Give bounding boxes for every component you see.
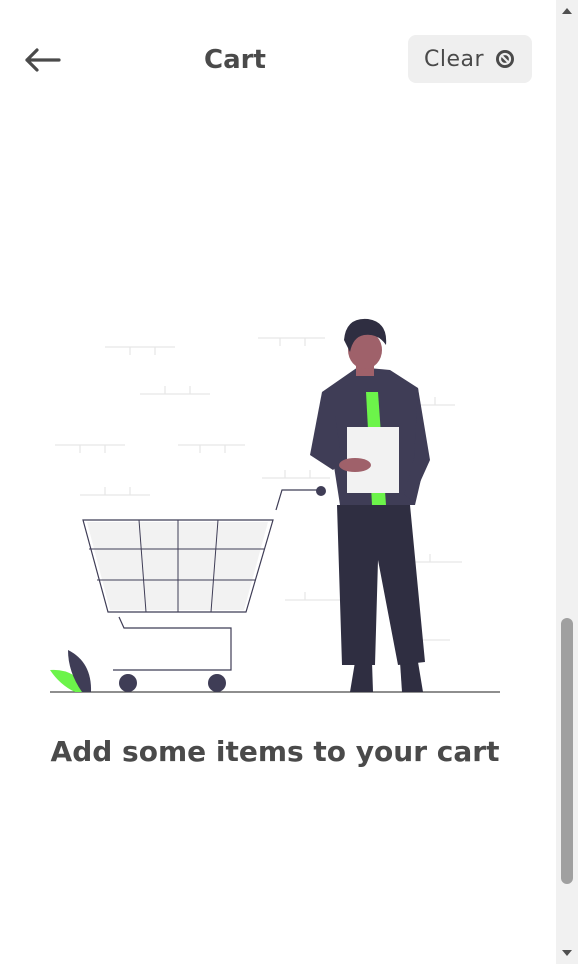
vertical-scrollbar[interactable] (556, 0, 578, 964)
cart-screen: Cart Clear Add some items to your cart (0, 0, 556, 964)
clear-button-label: Clear (423, 46, 485, 72)
clear-cart-button[interactable]: Clear (408, 35, 532, 83)
empty-cart-message: Add some items to your cart (50, 735, 500, 768)
scrollbar-thumb[interactable] (561, 618, 573, 884)
person (310, 318, 430, 692)
shopping-cart (82, 486, 326, 692)
scroll-up-button[interactable] (556, 0, 578, 22)
page-title: Cart (204, 45, 266, 75)
triangle-down-icon (562, 950, 572, 956)
plant (50, 650, 92, 692)
cart-header: Cart Clear (0, 0, 556, 120)
empty-cart-illustration (50, 318, 500, 693)
triangle-up-icon (562, 8, 572, 14)
scroll-down-button[interactable] (556, 942, 578, 964)
cancel-circle-icon (496, 50, 515, 68)
